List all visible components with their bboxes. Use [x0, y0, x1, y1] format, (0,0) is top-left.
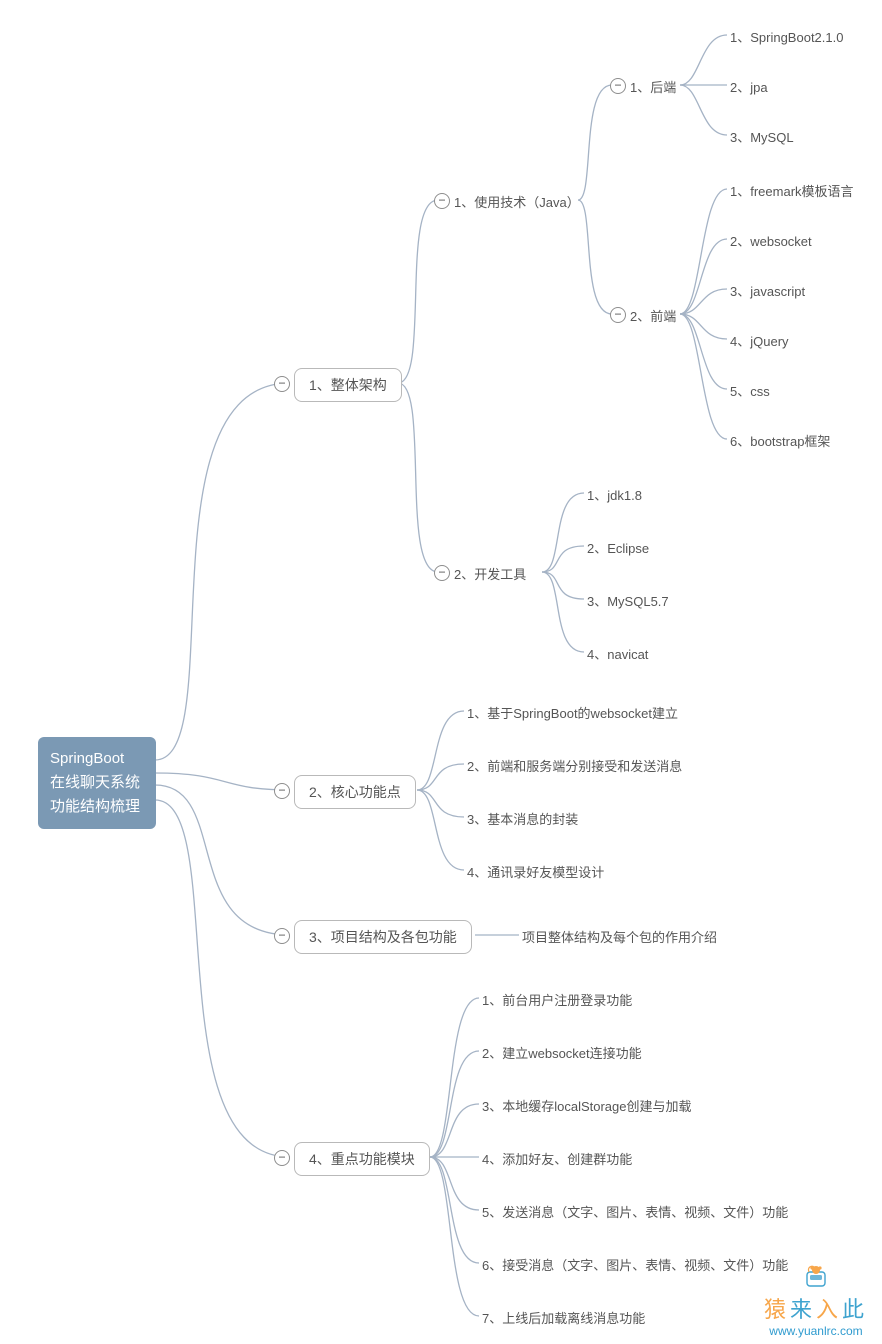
leaf-mysql: 3、MySQL — [730, 127, 794, 146]
root-node[interactable]: SpringBoot 在线聊天系统 功能结构梳理 — [38, 737, 156, 829]
leaf-css: 5、css — [730, 381, 770, 400]
leaf-ws-build: 1、基于SpringBoot的websocket建立 — [467, 703, 678, 722]
leaf-offline-msg: 7、上线后加载离线消息功能 — [482, 1308, 645, 1327]
leaf-eclipse: 2、Eclipse — [587, 538, 649, 557]
leaf-websocket: 2、websocket — [730, 231, 812, 250]
node-architecture[interactable]: 1、整体架构 — [294, 368, 402, 402]
node-core-features[interactable]: 2、核心功能点 — [294, 775, 416, 809]
leaf-freemark: 1、freemark模板语言 — [730, 181, 854, 200]
leaf-register-login: 1、前台用户注册登录功能 — [482, 990, 632, 1009]
toggle-icon[interactable]: − — [274, 928, 290, 944]
leaf-springboot: 1、SpringBoot2.1.0 — [730, 27, 843, 46]
node-frontend[interactable]: 2、前端 — [630, 306, 676, 325]
leaf-localstorage: 3、本地缓存localStorage创建与加载 — [482, 1096, 692, 1115]
toggle-icon[interactable]: − — [434, 565, 450, 581]
leaf-msg-wrap: 3、基本消息的封装 — [467, 809, 578, 828]
leaf-jquery: 4、jQuery — [730, 331, 789, 350]
toggle-icon[interactable]: − — [274, 376, 290, 392]
root-line1: SpringBoot — [50, 747, 144, 771]
leaf-javascript: 3、javascript — [730, 281, 805, 300]
leaf-send-msg: 5、发送消息（文字、图片、表情、视频、文件）功能 — [482, 1202, 788, 1221]
node-backend[interactable]: 1、后端 — [630, 77, 676, 96]
toggle-icon[interactable]: − — [274, 1150, 290, 1166]
leaf-mysql57: 3、MySQL5.7 — [587, 591, 669, 610]
leaf-navicat: 4、navicat — [587, 644, 648, 663]
node-dev-tools[interactable]: 2、开发工具 — [454, 564, 526, 583]
watermark-url: www.yuanlrc.com — [764, 1324, 868, 1338]
leaf-recv-msg: 6、接受消息（文字、图片、表情、视频、文件）功能 — [482, 1255, 788, 1274]
toggle-icon[interactable]: − — [434, 193, 450, 209]
toggle-icon[interactable]: − — [610, 78, 626, 94]
leaf-jpa: 2、jpa — [730, 77, 768, 96]
leaf-project-structure: 项目整体结构及每个包的作用介绍 — [522, 927, 717, 946]
leaf-send-receive: 2、前端和服务端分别接受和发送消息 — [467, 756, 682, 775]
root-line3: 功能结构梳理 — [50, 795, 144, 819]
node-tech-java[interactable]: 1、使用技术（Java） — [454, 192, 580, 211]
leaf-contact-model: 4、通讯录好友模型设计 — [467, 862, 604, 881]
node-key-modules[interactable]: 4、重点功能模块 — [294, 1142, 430, 1176]
monkey-icon — [798, 1262, 834, 1290]
root-line2: 在线聊天系统 — [50, 771, 144, 795]
toggle-icon[interactable]: − — [610, 307, 626, 323]
watermark: 猿来入此 www.yuanlrc.com — [764, 1262, 868, 1338]
leaf-ws-connect: 2、建立websocket连接功能 — [482, 1043, 642, 1062]
node-project-structure[interactable]: 3、项目结构及各包功能 — [294, 920, 472, 954]
leaf-jdk: 1、jdk1.8 — [587, 485, 642, 504]
leaf-bootstrap: 6、bootstrap框架 — [730, 431, 830, 450]
toggle-icon[interactable]: − — [274, 783, 290, 799]
leaf-add-friend: 4、添加好友、创建群功能 — [482, 1149, 632, 1168]
